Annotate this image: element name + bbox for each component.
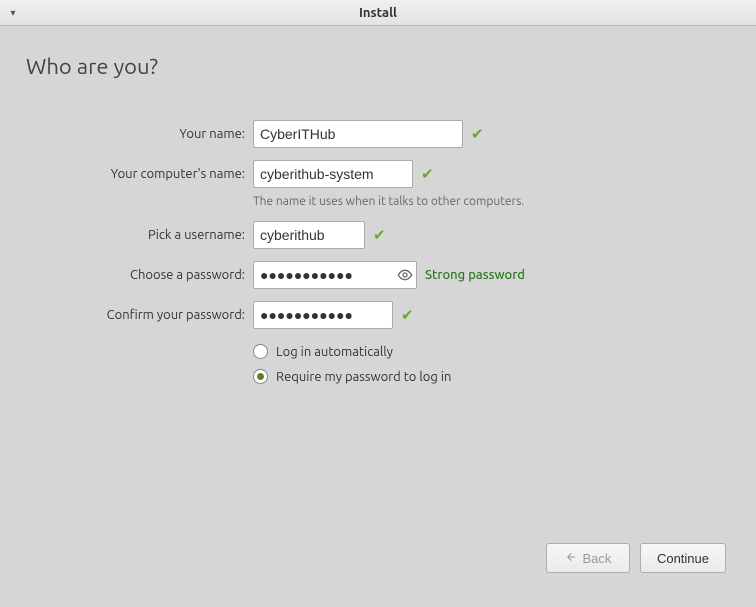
radio-icon	[253, 369, 268, 384]
check-icon: ✔	[373, 226, 386, 244]
label-confirm: Confirm your password:	[26, 308, 253, 322]
check-icon: ✔	[471, 125, 484, 143]
page-title: Who are you?	[26, 54, 730, 79]
window-title: Install	[0, 6, 756, 20]
field-name: ✔	[253, 120, 484, 148]
field-computer: ✔	[253, 160, 434, 188]
row-password: Choose a password: Strong password	[26, 260, 730, 290]
radio-auto-login[interactable]: Log in automatically	[26, 344, 730, 359]
install-window: ▾ Install Who are you? Your name: ✔ Your…	[0, 0, 756, 607]
label-password: Choose a password:	[26, 268, 253, 282]
row-confirm: Confirm your password: ✔	[26, 300, 730, 330]
row-computer: Your computer's name: ✔	[26, 159, 730, 189]
username-input[interactable]	[253, 221, 365, 249]
continue-button[interactable]: Continue	[640, 543, 726, 573]
radio-label: Log in automatically	[276, 345, 393, 359]
label-name: Your name:	[26, 127, 253, 141]
back-button[interactable]: Back	[546, 543, 630, 573]
user-form: Your name: ✔ Your computer's name: ✔ The…	[26, 119, 730, 386]
footer: Back Continue	[26, 535, 730, 597]
radio-require-password[interactable]: Require my password to log in	[26, 369, 730, 384]
password-input[interactable]	[254, 262, 394, 288]
field-password: Strong password	[253, 261, 525, 289]
chevron-down-icon: ▾	[10, 7, 15, 19]
back-label: Back	[583, 551, 612, 566]
eye-icon[interactable]	[394, 267, 416, 283]
name-input[interactable]	[253, 120, 463, 148]
label-computer: Your computer's name:	[26, 167, 253, 181]
confirm-password-input[interactable]	[253, 301, 393, 329]
field-confirm: ✔	[253, 301, 414, 329]
continue-label: Continue	[657, 551, 709, 566]
check-icon: ✔	[401, 306, 414, 324]
check-icon: ✔	[421, 165, 434, 183]
password-strength: Strong password	[425, 268, 525, 282]
computer-name-input[interactable]	[253, 160, 413, 188]
content-area: Who are you? Your name: ✔ Your computer'…	[0, 26, 756, 607]
field-username: ✔	[253, 221, 386, 249]
radio-icon	[253, 344, 268, 359]
titlebar: ▾ Install	[0, 0, 756, 26]
arrow-left-icon	[565, 551, 577, 566]
computer-helper-text: The name it uses when it talks to other …	[26, 195, 730, 208]
window-menu-trigger[interactable]: ▾	[0, 7, 26, 19]
label-username: Pick a username:	[26, 228, 253, 242]
password-wrap	[253, 261, 417, 289]
radio-label: Require my password to log in	[276, 370, 451, 384]
row-name: Your name: ✔	[26, 119, 730, 149]
row-username: Pick a username: ✔	[26, 220, 730, 250]
